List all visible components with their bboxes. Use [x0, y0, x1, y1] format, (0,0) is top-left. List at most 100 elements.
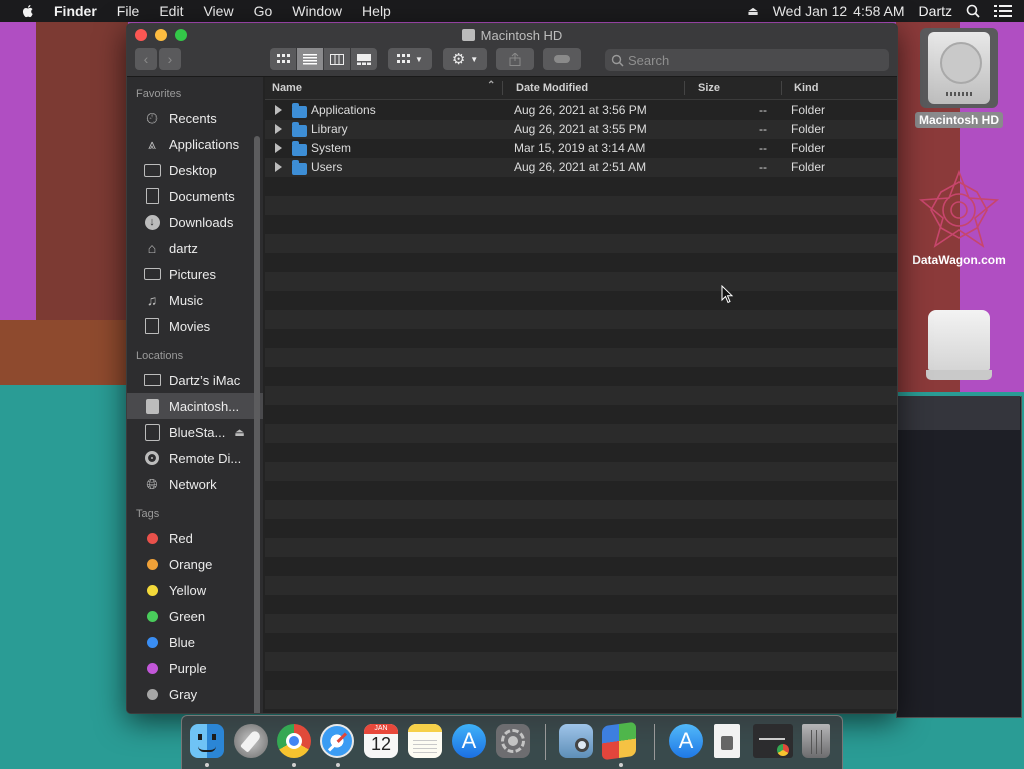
spotlight-search-icon[interactable]: [966, 4, 980, 18]
file-size: --: [759, 122, 767, 136]
dock-applications-folder-icon[interactable]: A: [669, 724, 703, 758]
sort-chevron-up-icon[interactable]: ⌃: [487, 80, 495, 91]
sidebar-item-documents[interactable]: Documents: [127, 183, 263, 209]
cd-icon: [143, 450, 161, 466]
menu-file[interactable]: File: [117, 3, 140, 19]
dock-downloads-stack-icon[interactable]: [753, 724, 793, 758]
menubar-user[interactable]: Dartz: [919, 3, 952, 19]
file-date: Mar 15, 2019 at 3:14 AM: [514, 141, 646, 155]
table-row[interactable]: Users Aug 26, 2021 at 2:51 AM -- Folder: [265, 158, 897, 177]
forward-button[interactable]: ›: [159, 48, 181, 70]
sidebar-scrollbar[interactable]: [254, 136, 260, 713]
dock-bluestacks-icon[interactable]: [602, 721, 636, 761]
tag-purple-dot: [146, 662, 158, 674]
search-field[interactable]: Search: [605, 49, 889, 71]
desktop-drive[interactable]: [922, 310, 996, 386]
menu-window[interactable]: Window: [292, 3, 342, 19]
file-name: Users: [311, 160, 343, 174]
desktop-macintosh-hd[interactable]: Macintosh HD: [910, 28, 1008, 128]
file-name: Library: [311, 122, 348, 136]
eject-icon[interactable]: ⏏: [747, 4, 758, 18]
sidebar-tag-blue[interactable]: Blue: [127, 629, 263, 655]
column-size[interactable]: Size: [698, 82, 720, 94]
empty-row: [265, 234, 897, 253]
dock-preview-icon[interactable]: [559, 724, 593, 758]
disclosure-triangle-icon[interactable]: [275, 124, 282, 134]
sidebar-item-remote-disc[interactable]: Remote Di...: [127, 445, 263, 471]
dock-system-preferences-icon[interactable]: [496, 724, 530, 758]
favorites-header: Favorites: [136, 88, 182, 100]
desktop-datawagon[interactable]: DataWagon.com: [900, 168, 1018, 268]
dock: JAN 12 A A: [181, 715, 843, 769]
sidebar-item-bluestacks[interactable]: BlueSta... ⏏: [127, 419, 263, 445]
menu-view[interactable]: View: [203, 3, 233, 19]
column-date-modified[interactable]: Date Modified: [516, 82, 588, 94]
dock-chrome-icon[interactable]: [277, 724, 311, 758]
gear-icon: ⚙: [451, 51, 466, 68]
empty-row: [265, 177, 897, 196]
tag-icon: [554, 55, 570, 63]
menu-edit[interactable]: Edit: [159, 3, 183, 19]
empty-row: [265, 291, 897, 310]
column-name[interactable]: Name: [272, 82, 302, 94]
dock-app-store-icon[interactable]: A: [452, 724, 486, 758]
film-icon: [143, 318, 161, 334]
table-row[interactable]: Applications Aug 26, 2021 at 3:56 PM -- …: [265, 101, 897, 120]
view-icon-button[interactable]: [270, 48, 296, 70]
empty-row: [265, 405, 897, 424]
share-button[interactable]: [496, 48, 534, 70]
desktop-hd-label: Macintosh HD: [914, 112, 1003, 128]
file-list: Name ⌃ Date Modified Size Kind Applicati…: [265, 77, 897, 713]
menubar-date[interactable]: Wed Jan 12: [773, 3, 847, 19]
sidebar-tag-yellow[interactable]: Yellow: [127, 577, 263, 603]
sidebar-tag-purple[interactable]: Purple: [127, 655, 263, 681]
sidebar-item-applications[interactable]: ⩓ Applications: [127, 131, 263, 157]
sidebar-item-downloads[interactable]: ↓ Downloads: [127, 209, 263, 235]
disclosure-triangle-icon[interactable]: [275, 162, 282, 172]
eject-icon[interactable]: ⏏: [234, 426, 244, 439]
dock-launchpad-icon[interactable]: [234, 724, 268, 758]
action-button[interactable]: ⚙ ▼: [443, 48, 487, 70]
finder-window: Macintosh HD ‹ › ▼ ⚙ ▼ Search Favorites …: [126, 23, 898, 714]
tag-blue-dot: [146, 636, 158, 648]
dock-calendar-icon[interactable]: JAN 12: [364, 724, 398, 758]
sidebar-item-desktop[interactable]: Desktop: [127, 157, 263, 183]
file-date: Aug 26, 2021 at 3:55 PM: [514, 122, 647, 136]
disclosure-triangle-icon[interactable]: [275, 105, 282, 115]
sidebar-item-dartz[interactable]: ⌂ dartz: [127, 235, 263, 261]
sidebar-item-recents[interactable]: 🕘︎ Recents: [127, 105, 263, 131]
view-gallery-button[interactable]: [351, 48, 377, 70]
view-list-button[interactable]: [297, 48, 323, 70]
dock-trash-icon[interactable]: [802, 724, 830, 758]
sidebar-item-network[interactable]: 🌐︎ Network: [127, 471, 263, 497]
table-row[interactable]: System Mar 15, 2019 at 3:14 AM -- Folder: [265, 139, 897, 158]
dock-finder-icon[interactable]: [190, 724, 224, 758]
sidebar-item-movies[interactable]: Movies: [127, 313, 263, 339]
column-kind[interactable]: Kind: [794, 82, 818, 94]
notification-center-icon[interactable]: [994, 4, 1012, 18]
sidebar-item-macintosh-hd[interactable]: Macintosh...: [127, 393, 263, 419]
window-titlebar[interactable]: Macintosh HD ‹ › ▼ ⚙ ▼ Search: [127, 24, 897, 77]
dock-safari-icon[interactable]: [320, 724, 354, 758]
view-column-button[interactable]: [324, 48, 350, 70]
sidebar-tag-orange[interactable]: Orange: [127, 551, 263, 577]
menubar-time[interactable]: 4:58 AM: [853, 3, 904, 19]
apple-logo-icon[interactable]: [20, 3, 36, 19]
dock-notes-icon[interactable]: [408, 724, 442, 758]
tags-button[interactable]: [543, 48, 581, 70]
dock-document-icon[interactable]: [714, 724, 740, 758]
back-button[interactable]: ‹: [135, 48, 157, 70]
sidebar-item-imac[interactable]: Dartz’s iMac: [127, 367, 263, 393]
menu-go[interactable]: Go: [254, 3, 273, 19]
menu-help[interactable]: Help: [362, 3, 391, 19]
group-by-button[interactable]: ▼: [388, 48, 432, 70]
table-row[interactable]: Library Aug 26, 2021 at 3:55 PM -- Folde…: [265, 120, 897, 139]
sidebar-item-pictures[interactable]: Pictures: [127, 261, 263, 287]
tag-yellow-dot: [146, 584, 158, 596]
sidebar-tag-red[interactable]: Red: [127, 525, 263, 551]
disclosure-triangle-icon[interactable]: [275, 143, 282, 153]
sidebar-tag-green[interactable]: Green: [127, 603, 263, 629]
sidebar-tag-gray[interactable]: Gray: [127, 681, 263, 707]
menu-finder[interactable]: Finder: [54, 3, 97, 19]
sidebar-item-music[interactable]: ♫ Music: [127, 287, 263, 313]
